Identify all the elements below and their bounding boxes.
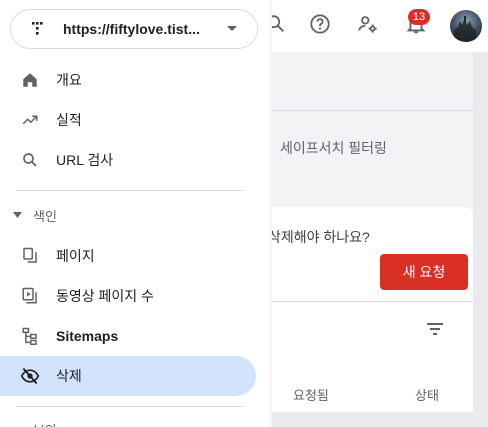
sidebar-item-sitemaps[interactable]: Sitemaps <box>0 316 256 356</box>
manage-users-icon[interactable] <box>356 12 380 36</box>
safe-search-tab[interactable]: 세이프서치 필터링 <box>280 138 387 158</box>
sidebar-item-removals[interactable]: 삭제 <box>0 356 256 396</box>
main-gray-area: 세이프서치 필터링 <box>258 52 473 212</box>
section-index-label: 색인 <box>33 208 57 224</box>
divider <box>258 110 473 111</box>
search-icon <box>20 150 40 170</box>
avatar[interactable] <box>450 10 482 42</box>
sidebar-item-video-pages[interactable]: 동영상 페이지 수 <box>0 276 256 316</box>
property-url: https://fiftylove.tist... <box>63 21 200 37</box>
help-icon[interactable] <box>308 12 332 36</box>
sidebar-item-label: 동영상 페이지 수 <box>56 288 154 304</box>
property-grid-icon <box>27 19 47 39</box>
sidebar-item-label: 개요 <box>56 72 82 88</box>
filter-icon[interactable] <box>423 317 447 341</box>
sidebar-item-label: Sitemaps <box>56 328 119 344</box>
new-request-button[interactable]: 새 요청 <box>380 254 468 290</box>
sidebar-item-performance[interactable]: 실적 <box>0 100 256 140</box>
column-header-requested[interactable]: 요청됨 <box>293 385 329 404</box>
divider <box>258 301 473 302</box>
section-index-toggle[interactable]: 색인 <box>0 200 256 230</box>
notification-count-badge: 13 <box>408 9 430 25</box>
divider <box>16 190 244 191</box>
pages-icon <box>20 246 40 266</box>
video-page-icon <box>20 286 40 306</box>
divider <box>16 406 244 407</box>
sitemap-icon <box>20 326 40 346</box>
sidebar-item-pages[interactable]: 페이지 <box>0 236 256 276</box>
trending-up-icon <box>20 110 40 130</box>
sidebar-item-label: 삭제 <box>56 368 82 384</box>
sidebar-item-label: URL 검사 <box>56 152 114 168</box>
removals-card: 삭제해야 하나요? 새 요청 요청됨 상태 <box>258 207 473 412</box>
property-selector[interactable]: https://fiftylove.tist... <box>10 9 258 49</box>
sidebar-item-label: 페이지 <box>56 248 95 264</box>
caret-down-icon <box>12 210 22 220</box>
sidebar: https://fiftylove.tist... 개요 실적 URL 검사 색… <box>0 0 272 427</box>
column-header-status[interactable]: 상태 <box>415 385 439 404</box>
section-security-label: 보안 <box>33 420 57 427</box>
sidebar-item-overview[interactable]: 개요 <box>0 60 256 100</box>
eye-off-icon <box>20 366 40 386</box>
chevron-down-icon <box>225 22 239 36</box>
sidebar-item-label: 실적 <box>56 112 82 128</box>
sidebar-item-url-inspection[interactable]: URL 검사 <box>0 140 256 180</box>
home-icon <box>20 70 40 90</box>
sidebar-edge <box>270 0 272 427</box>
card-question: 삭제해야 하나요? <box>268 229 370 245</box>
